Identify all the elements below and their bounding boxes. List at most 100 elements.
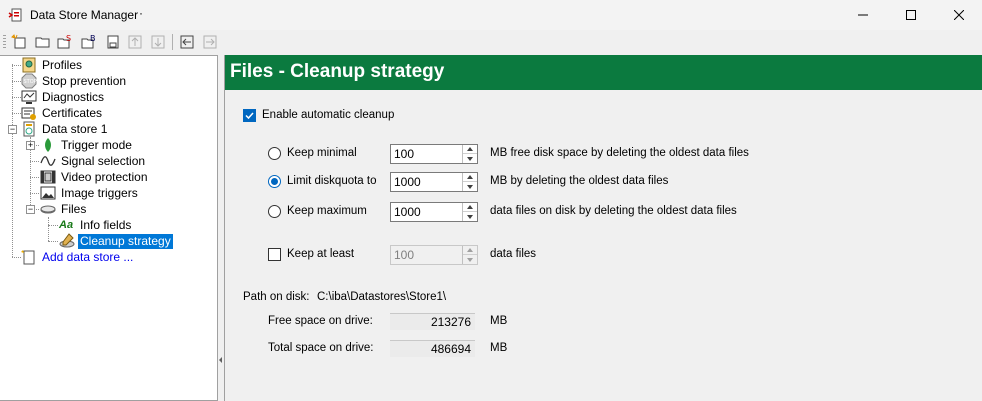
- spin-up-button[interactable]: [463, 203, 477, 212]
- close-button[interactable]: [936, 0, 982, 30]
- free-space-unit: MB: [490, 315, 508, 327]
- app-icon: [8, 7, 24, 23]
- tree-connector: [48, 217, 49, 241]
- window-title-suffix: ·: [139, 6, 143, 20]
- signal-icon: [40, 156, 56, 166]
- keep-at-least-stepper[interactable]: [390, 245, 478, 265]
- tree-connector: [48, 225, 58, 226]
- spin-up-button[interactable]: [463, 246, 477, 255]
- arrow-left-icon: [180, 35, 194, 49]
- tree-item-label: Data store 1: [42, 121, 108, 136]
- keep-maximum-suffix: data files on disk by deleting the oldes…: [490, 205, 737, 217]
- arrow-down-icon: [151, 35, 165, 49]
- panel-splitter[interactable]: [218, 55, 223, 401]
- tree-connector: [30, 193, 39, 194]
- save-s-button[interactable]: S: [56, 33, 74, 51]
- limit-diskquota-radio[interactable]: [268, 175, 281, 188]
- minimize-icon: [858, 14, 868, 16]
- toolbar-separator: [172, 34, 173, 50]
- tree-connector: [12, 257, 21, 258]
- expander-trigger-mode[interactable]: +: [26, 141, 35, 150]
- tree-item-label: Cleanup strategy: [78, 233, 173, 249]
- keep-minimal-input[interactable]: [391, 145, 463, 163]
- move-down-button[interactable]: [149, 33, 167, 51]
- spin-buttons: [462, 173, 477, 191]
- keep-at-least-checkbox[interactable]: [268, 248, 281, 261]
- keep-minimal-stepper[interactable]: [390, 144, 478, 164]
- expander-files[interactable]: −: [26, 205, 35, 214]
- spin-down-button[interactable]: [463, 212, 477, 221]
- tree-item-certificates[interactable]: Certificates: [21, 105, 104, 121]
- tree-item-diagnostics[interactable]: Diagnostics: [21, 89, 106, 105]
- triangle-down-icon: [467, 156, 473, 161]
- keep-maximum-radio[interactable]: [268, 205, 281, 218]
- tree-item-info-fields[interactable]: Aa Info fields: [59, 217, 133, 233]
- cleanup-icon: [59, 233, 75, 248]
- save-button[interactable]: [104, 33, 122, 51]
- maximize-button[interactable]: [888, 0, 934, 30]
- tree-item-video-protection[interactable]: Video protection: [40, 169, 150, 185]
- open-button[interactable]: [34, 33, 52, 51]
- maximize-icon: [906, 10, 916, 20]
- keep-at-least-suffix: data files: [490, 248, 537, 260]
- panel-header: Files - Cleanup strategy: [225, 55, 982, 90]
- total-space-label: Total space on drive:: [268, 342, 374, 354]
- tree-item-data-store-1[interactable]: Data store 1: [21, 121, 109, 137]
- toolbar-grip[interactable]: [3, 35, 6, 50]
- tree-connector: [12, 65, 21, 66]
- path-label: Path on disk:: [243, 291, 310, 303]
- keep-at-least-label[interactable]: Keep at least: [287, 248, 354, 260]
- free-space-value: 213276: [390, 313, 475, 330]
- minimize-button[interactable]: [840, 0, 886, 30]
- tree-item-stop-prevention[interactable]: STOP Stop prevention: [21, 73, 128, 89]
- spin-down-button[interactable]: [463, 255, 477, 264]
- video-icon: [40, 170, 56, 184]
- tree-connector: [12, 97, 21, 98]
- collapse-arrow-icon[interactable]: [219, 357, 222, 363]
- tree-item-trigger-mode[interactable]: Trigger mode: [40, 137, 134, 153]
- expander-datastore[interactable]: −: [8, 125, 17, 134]
- add-datastore-icon: [21, 250, 35, 265]
- spin-up-button[interactable]: [463, 173, 477, 182]
- tree-item-add-data-store[interactable]: Add data store ...: [21, 249, 135, 265]
- tree-item-profiles[interactable]: Profiles: [21, 57, 84, 73]
- tree-item-cleanup-strategy[interactable]: Cleanup strategy: [59, 233, 173, 249]
- triangle-down-icon: [467, 184, 473, 189]
- title-bar: Data Store Manager ·: [0, 0, 982, 30]
- move-up-button[interactable]: [126, 33, 144, 51]
- spin-buttons: [462, 246, 477, 264]
- enable-cleanup-label[interactable]: Enable automatic cleanup: [262, 109, 394, 121]
- svg-text:B: B: [90, 34, 96, 43]
- save-b-button[interactable]: B: [80, 33, 98, 51]
- folder-open-icon: [35, 37, 50, 48]
- keep-maximum-label[interactable]: Keep maximum: [287, 205, 367, 217]
- tree-item-files[interactable]: Files: [40, 201, 88, 217]
- keep-minimal-label[interactable]: Keep minimal: [287, 147, 357, 159]
- save-icon: [107, 35, 119, 49]
- limit-diskquota-label[interactable]: Limit diskquota to: [287, 175, 377, 187]
- tree-connector: [30, 161, 39, 162]
- cleanup-strategy-panel: Files - Cleanup strategy Enable automati…: [224, 55, 982, 401]
- tree-item-signal-selection[interactable]: Signal selection: [40, 153, 147, 169]
- close-icon: [954, 10, 964, 20]
- spin-down-button[interactable]: [463, 154, 477, 163]
- spin-up-button[interactable]: [463, 145, 477, 154]
- triangle-up-icon: [467, 248, 473, 252]
- keep-at-least-input[interactable]: [391, 246, 463, 264]
- limit-diskquota-stepper[interactable]: [390, 172, 478, 192]
- free-space-label: Free space on drive:: [268, 315, 373, 327]
- back-button[interactable]: [178, 33, 196, 51]
- limit-diskquota-input[interactable]: [391, 173, 463, 191]
- tree-item-image-triggers[interactable]: Image triggers: [40, 185, 140, 201]
- tree-item-label: Certificates: [42, 105, 103, 120]
- spin-down-button[interactable]: [463, 182, 477, 191]
- spin-buttons: [462, 145, 477, 163]
- new-profile-button[interactable]: [10, 33, 28, 51]
- forward-button[interactable]: [201, 33, 219, 51]
- keep-minimal-radio[interactable]: [268, 147, 281, 160]
- tree-item-label: Trigger mode: [61, 137, 132, 152]
- spin-buttons: [462, 203, 477, 221]
- keep-maximum-input[interactable]: [391, 203, 463, 221]
- enable-cleanup-checkbox[interactable]: [243, 109, 256, 122]
- keep-maximum-stepper[interactable]: [390, 202, 478, 222]
